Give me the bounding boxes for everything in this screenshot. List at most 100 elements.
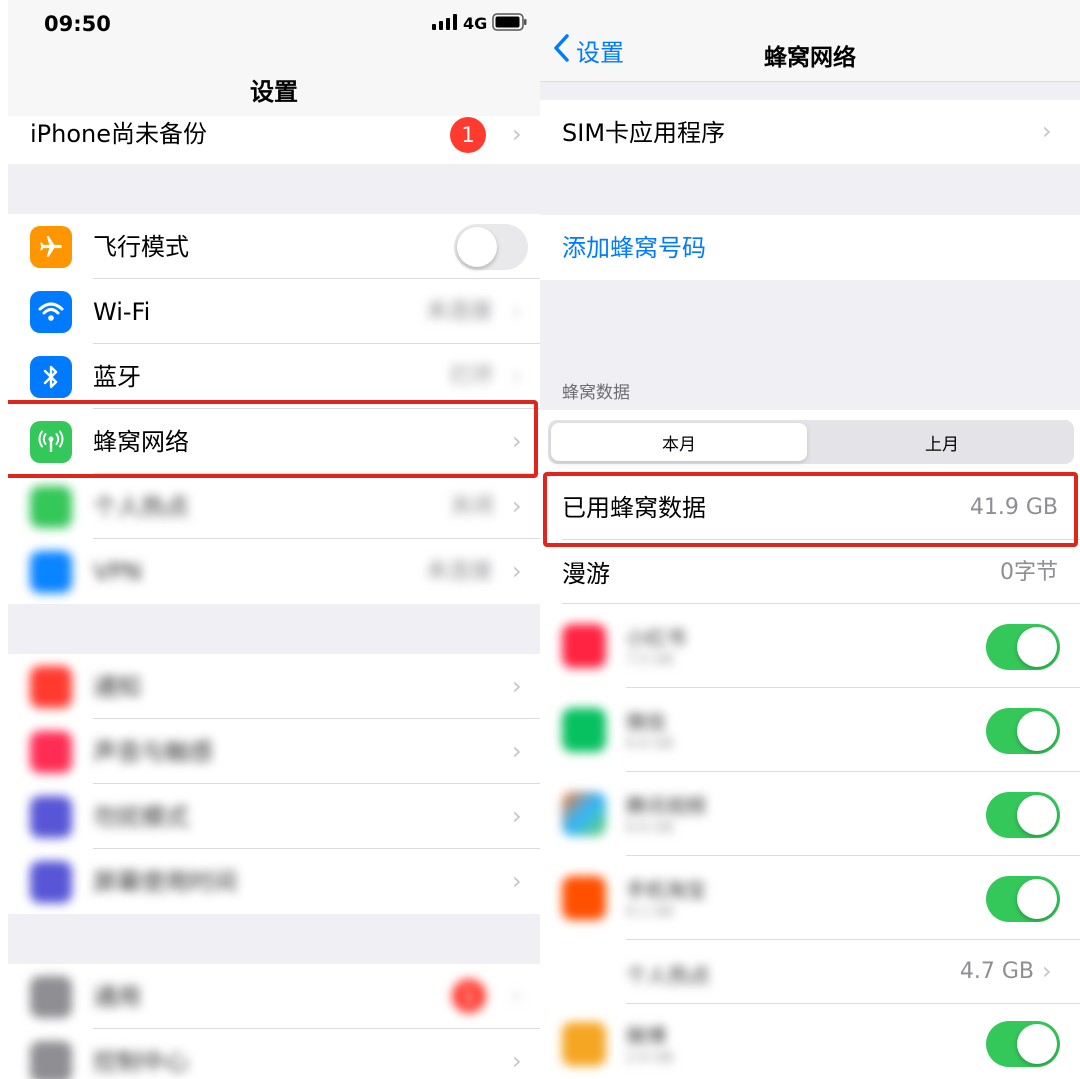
control-center-icon bbox=[30, 1041, 72, 1079]
chevron-right-icon: › bbox=[512, 362, 522, 390]
control-center-row[interactable]: 控制中心 › bbox=[8, 1029, 540, 1079]
chevron-right-icon: › bbox=[512, 982, 522, 1010]
general-icon bbox=[30, 976, 72, 1018]
app-row-weibo: 微博 2.6 GB bbox=[540, 1004, 1080, 1079]
app-usage: 2.6 GB bbox=[626, 1050, 674, 1066]
screen-time-icon bbox=[30, 861, 72, 903]
do-not-disturb-row[interactable]: 勿扰模式 › bbox=[8, 784, 540, 849]
chevron-right-icon: › bbox=[1042, 957, 1052, 985]
screen-time-label: 屏幕使用时间 bbox=[93, 868, 237, 896]
cellular-nav-bar: 设置 蜂窝网络 bbox=[540, 0, 1080, 82]
chevron-right-icon: › bbox=[512, 120, 522, 148]
roaming-value: 0字节 bbox=[1000, 560, 1058, 585]
airplane-icon bbox=[30, 226, 72, 268]
vpn-status: 未连接 bbox=[426, 559, 493, 584]
chevron-right-icon: › bbox=[512, 672, 522, 700]
add-cellular-number-row[interactable]: 添加蜂窝号码 bbox=[540, 215, 1080, 280]
settings-screen: 09:50 4G 设置 iPhone尚未备份 1 › 飞行模式 Wi-Fi 未连… bbox=[8, 0, 540, 1079]
airplane-mode-label: 飞行模式 bbox=[93, 233, 189, 261]
taobao-data-toggle[interactable] bbox=[986, 876, 1060, 922]
notifications-icon bbox=[30, 666, 72, 708]
app-name: 腾讯视频 bbox=[626, 794, 706, 818]
bluetooth-icon bbox=[30, 356, 72, 398]
weibo-icon bbox=[562, 1022, 606, 1066]
hotspot-usage-row[interactable]: 个人热点 4.7 GB › bbox=[540, 940, 1080, 1004]
wifi-status: 未连接 bbox=[426, 299, 493, 324]
page-title: 设置 bbox=[250, 78, 298, 106]
segment-this-month[interactable]: 本月 bbox=[551, 423, 807, 461]
used-data-highlight-box bbox=[543, 472, 1078, 547]
backup-row[interactable]: iPhone尚未备份 1 › bbox=[8, 116, 540, 164]
screen-time-row[interactable]: 屏幕使用时间 › bbox=[8, 849, 540, 914]
do-not-disturb-icon bbox=[30, 796, 72, 838]
app-row-tencent-video: 腾讯视频 6.6 GB bbox=[540, 772, 1080, 856]
hotspot-status: 关闭 bbox=[450, 494, 495, 519]
app-usage: 7.5 GB bbox=[626, 652, 674, 668]
network-type: 4G bbox=[463, 14, 488, 33]
chevron-right-icon: › bbox=[512, 557, 522, 585]
xiaohongshu-data-toggle[interactable] bbox=[986, 624, 1060, 670]
battery-icon bbox=[492, 13, 528, 35]
app-name: 小红书 bbox=[626, 626, 686, 650]
wechat-icon bbox=[562, 708, 606, 752]
chevron-right-icon: › bbox=[1042, 117, 1052, 145]
app-row-taobao: 手机淘宝 6.1 GB bbox=[540, 856, 1080, 940]
app-usage: 6.6 GB bbox=[626, 736, 674, 752]
cellular-highlight-box bbox=[8, 400, 538, 478]
chevron-right-icon: › bbox=[512, 297, 522, 325]
chevron-right-icon: › bbox=[512, 802, 522, 830]
weibo-data-toggle[interactable] bbox=[986, 1021, 1060, 1067]
add-cellular-number-link[interactable]: 添加蜂窝号码 bbox=[562, 236, 706, 260]
sound-row[interactable]: 声音与触感 › bbox=[8, 719, 540, 784]
app-name: 微信 bbox=[626, 710, 666, 734]
hotspot-icon bbox=[30, 486, 72, 528]
xiaohongshu-icon bbox=[562, 624, 606, 668]
vpn-label: VPN bbox=[93, 558, 142, 586]
status-time: 09:50 bbox=[44, 12, 111, 36]
roaming-row: 漫游 0字节 bbox=[540, 540, 1080, 604]
taobao-icon bbox=[562, 876, 606, 920]
bluetooth-label: 蓝牙 bbox=[93, 363, 141, 391]
sim-apps-label: SIM卡应用程序 bbox=[562, 119, 726, 147]
tencent-video-icon bbox=[562, 792, 606, 836]
wifi-label: Wi-Fi bbox=[93, 298, 151, 326]
general-row[interactable]: 通用 1 › bbox=[8, 964, 540, 1029]
app-row-xiaohongshu: 小红书 7.5 GB bbox=[540, 604, 1080, 688]
bluetooth-status: 打开 bbox=[450, 364, 495, 389]
vpn-icon bbox=[30, 551, 72, 593]
backup-label: iPhone尚未备份 bbox=[30, 120, 208, 148]
chevron-right-icon: › bbox=[512, 492, 522, 520]
section-header: 蜂窝数据 bbox=[562, 383, 630, 403]
hotspot-usage-label: 个人热点 bbox=[626, 964, 710, 988]
wifi-row[interactable]: Wi-Fi 未连接 › bbox=[8, 279, 540, 344]
chevron-right-icon: › bbox=[512, 867, 522, 895]
signal-icon bbox=[432, 14, 458, 34]
tencent-video-data-toggle[interactable] bbox=[986, 792, 1060, 838]
app-name: 手机淘宝 bbox=[626, 878, 706, 902]
period-segmented-control: 本月 上月 bbox=[548, 420, 1074, 464]
roaming-label: 漫游 bbox=[562, 560, 610, 588]
general-label: 通用 bbox=[93, 983, 141, 1011]
app-row-wechat: 微信 6.6 GB bbox=[540, 688, 1080, 772]
page-title: 蜂窝网络 bbox=[764, 45, 856, 71]
sound-label: 声音与触感 bbox=[93, 738, 213, 766]
chevron-right-icon: › bbox=[512, 1047, 522, 1075]
hotspot-row[interactable]: 个人热点 关闭 › bbox=[8, 474, 540, 539]
hotspot-label: 个人热点 bbox=[93, 493, 189, 521]
wechat-data-toggle[interactable] bbox=[986, 708, 1060, 754]
notifications-row[interactable]: 通知 › bbox=[8, 654, 540, 719]
wifi-icon bbox=[30, 291, 72, 333]
vpn-row[interactable]: VPN 未连接 › bbox=[8, 539, 540, 604]
airplane-mode-toggle[interactable] bbox=[454, 224, 528, 270]
hotspot-usage-value: 4.7 GB bbox=[959, 959, 1034, 984]
chevron-right-icon: › bbox=[512, 737, 522, 765]
app-usage: 6.1 GB bbox=[626, 904, 674, 920]
settings-nav-bar: 09:50 4G 设置 bbox=[8, 0, 540, 116]
general-group: 通用 1 › 控制中心 › bbox=[8, 964, 540, 1079]
badge: 1 bbox=[450, 117, 486, 153]
sim-apps-row[interactable]: SIM卡应用程序 › bbox=[540, 100, 1080, 164]
do-not-disturb-label: 勿扰模式 bbox=[93, 803, 189, 831]
badge: 1 bbox=[452, 979, 486, 1013]
segment-last-month[interactable]: 上月 bbox=[814, 423, 1070, 461]
control-center-label: 控制中心 bbox=[93, 1048, 189, 1076]
